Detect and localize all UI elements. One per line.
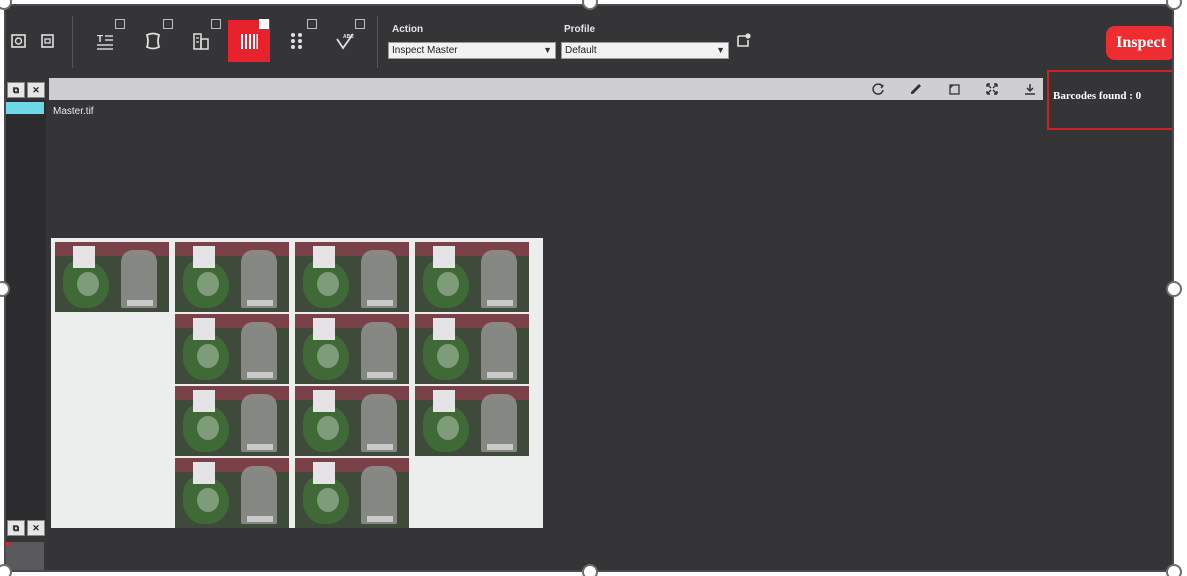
download-icon[interactable] <box>1021 80 1039 98</box>
restore-icon[interactable]: ⧉ <box>7 82 25 98</box>
close-icon[interactable]: ✕ <box>27 82 45 98</box>
bottom-panel-controls: ⧉ ✕ <box>7 520 45 536</box>
toolbar-separator <box>72 16 73 68</box>
label-tile <box>295 386 409 456</box>
resize-handle[interactable] <box>1166 564 1182 576</box>
thumbnail-panel-controls: ⧉ ✕ <box>7 82 45 98</box>
label-tile <box>175 386 289 456</box>
svg-text:T: T <box>97 34 103 45</box>
results-panel <box>1043 66 1172 570</box>
restore-icon[interactable]: ⧉ <box>7 520 25 536</box>
inspect-button[interactable]: Inspect <box>1106 26 1172 60</box>
profile-label: Profile <box>564 24 596 35</box>
label-tile <box>175 314 289 384</box>
toolbar-separator <box>377 16 378 68</box>
page-icon[interactable] <box>945 80 963 98</box>
resize-handle[interactable] <box>1166 0 1182 10</box>
file-name-label: Master.tif <box>53 106 94 117</box>
close-icon[interactable]: ✕ <box>27 520 45 536</box>
label-tile <box>295 242 409 312</box>
toolbar: T ABC Action Inspect Master ▼ Profile De… <box>6 6 1172 78</box>
compare-icon[interactable] <box>26 20 68 62</box>
spell-check-tool[interactable]: ABC <box>324 19 366 62</box>
resize-handle[interactable] <box>582 564 598 576</box>
text-inspection-tool[interactable]: T <box>84 19 126 62</box>
viewer-toolbar <box>49 78 1043 100</box>
pencil-icon[interactable] <box>907 80 925 98</box>
artwork-image[interactable] <box>51 238 543 528</box>
tool-checkbox[interactable] <box>355 19 365 29</box>
label-tile <box>175 242 289 312</box>
label-tile <box>295 458 409 528</box>
action-select-value: Inspect Master <box>392 45 458 56</box>
action-label: Action <box>392 24 424 35</box>
barcode-inspection-tool[interactable] <box>228 19 270 62</box>
tool-checkbox[interactable] <box>115 19 125 29</box>
thumbnail-selection[interactable] <box>6 102 44 114</box>
fit-screen-icon[interactable] <box>983 80 1001 98</box>
label-tile <box>415 314 529 384</box>
annotation-highlight-box <box>1047 70 1172 130</box>
tool-checkbox[interactable] <box>307 19 317 29</box>
graphics-inspection-tool[interactable] <box>132 19 174 62</box>
bottom-thumbnail[interactable] <box>6 542 44 570</box>
braille-inspection-tool[interactable] <box>276 19 318 62</box>
label-tile <box>55 242 169 312</box>
profile-settings-icon[interactable] <box>728 24 760 56</box>
chevron-down-icon: ▼ <box>543 45 552 55</box>
resize-handle[interactable] <box>1166 281 1182 297</box>
app-window: T ABC Action Inspect Master ▼ Profile De… <box>4 4 1174 572</box>
chevron-down-icon: ▼ <box>716 45 725 55</box>
tool-checkbox[interactable] <box>211 19 221 29</box>
profile-select[interactable]: Default ▼ <box>561 42 729 59</box>
refresh-icon[interactable] <box>869 80 887 98</box>
color-inspection-tool[interactable] <box>180 19 222 62</box>
thumbnail-panel <box>6 100 46 526</box>
label-tile <box>175 458 289 528</box>
action-select[interactable]: Inspect Master ▼ <box>388 42 556 59</box>
profile-select-value: Default <box>565 45 597 56</box>
label-tile <box>415 386 529 456</box>
label-tile <box>295 314 409 384</box>
tool-checkbox-checked[interactable] <box>259 19 269 29</box>
label-tile <box>415 242 529 312</box>
tool-checkbox[interactable] <box>163 19 173 29</box>
